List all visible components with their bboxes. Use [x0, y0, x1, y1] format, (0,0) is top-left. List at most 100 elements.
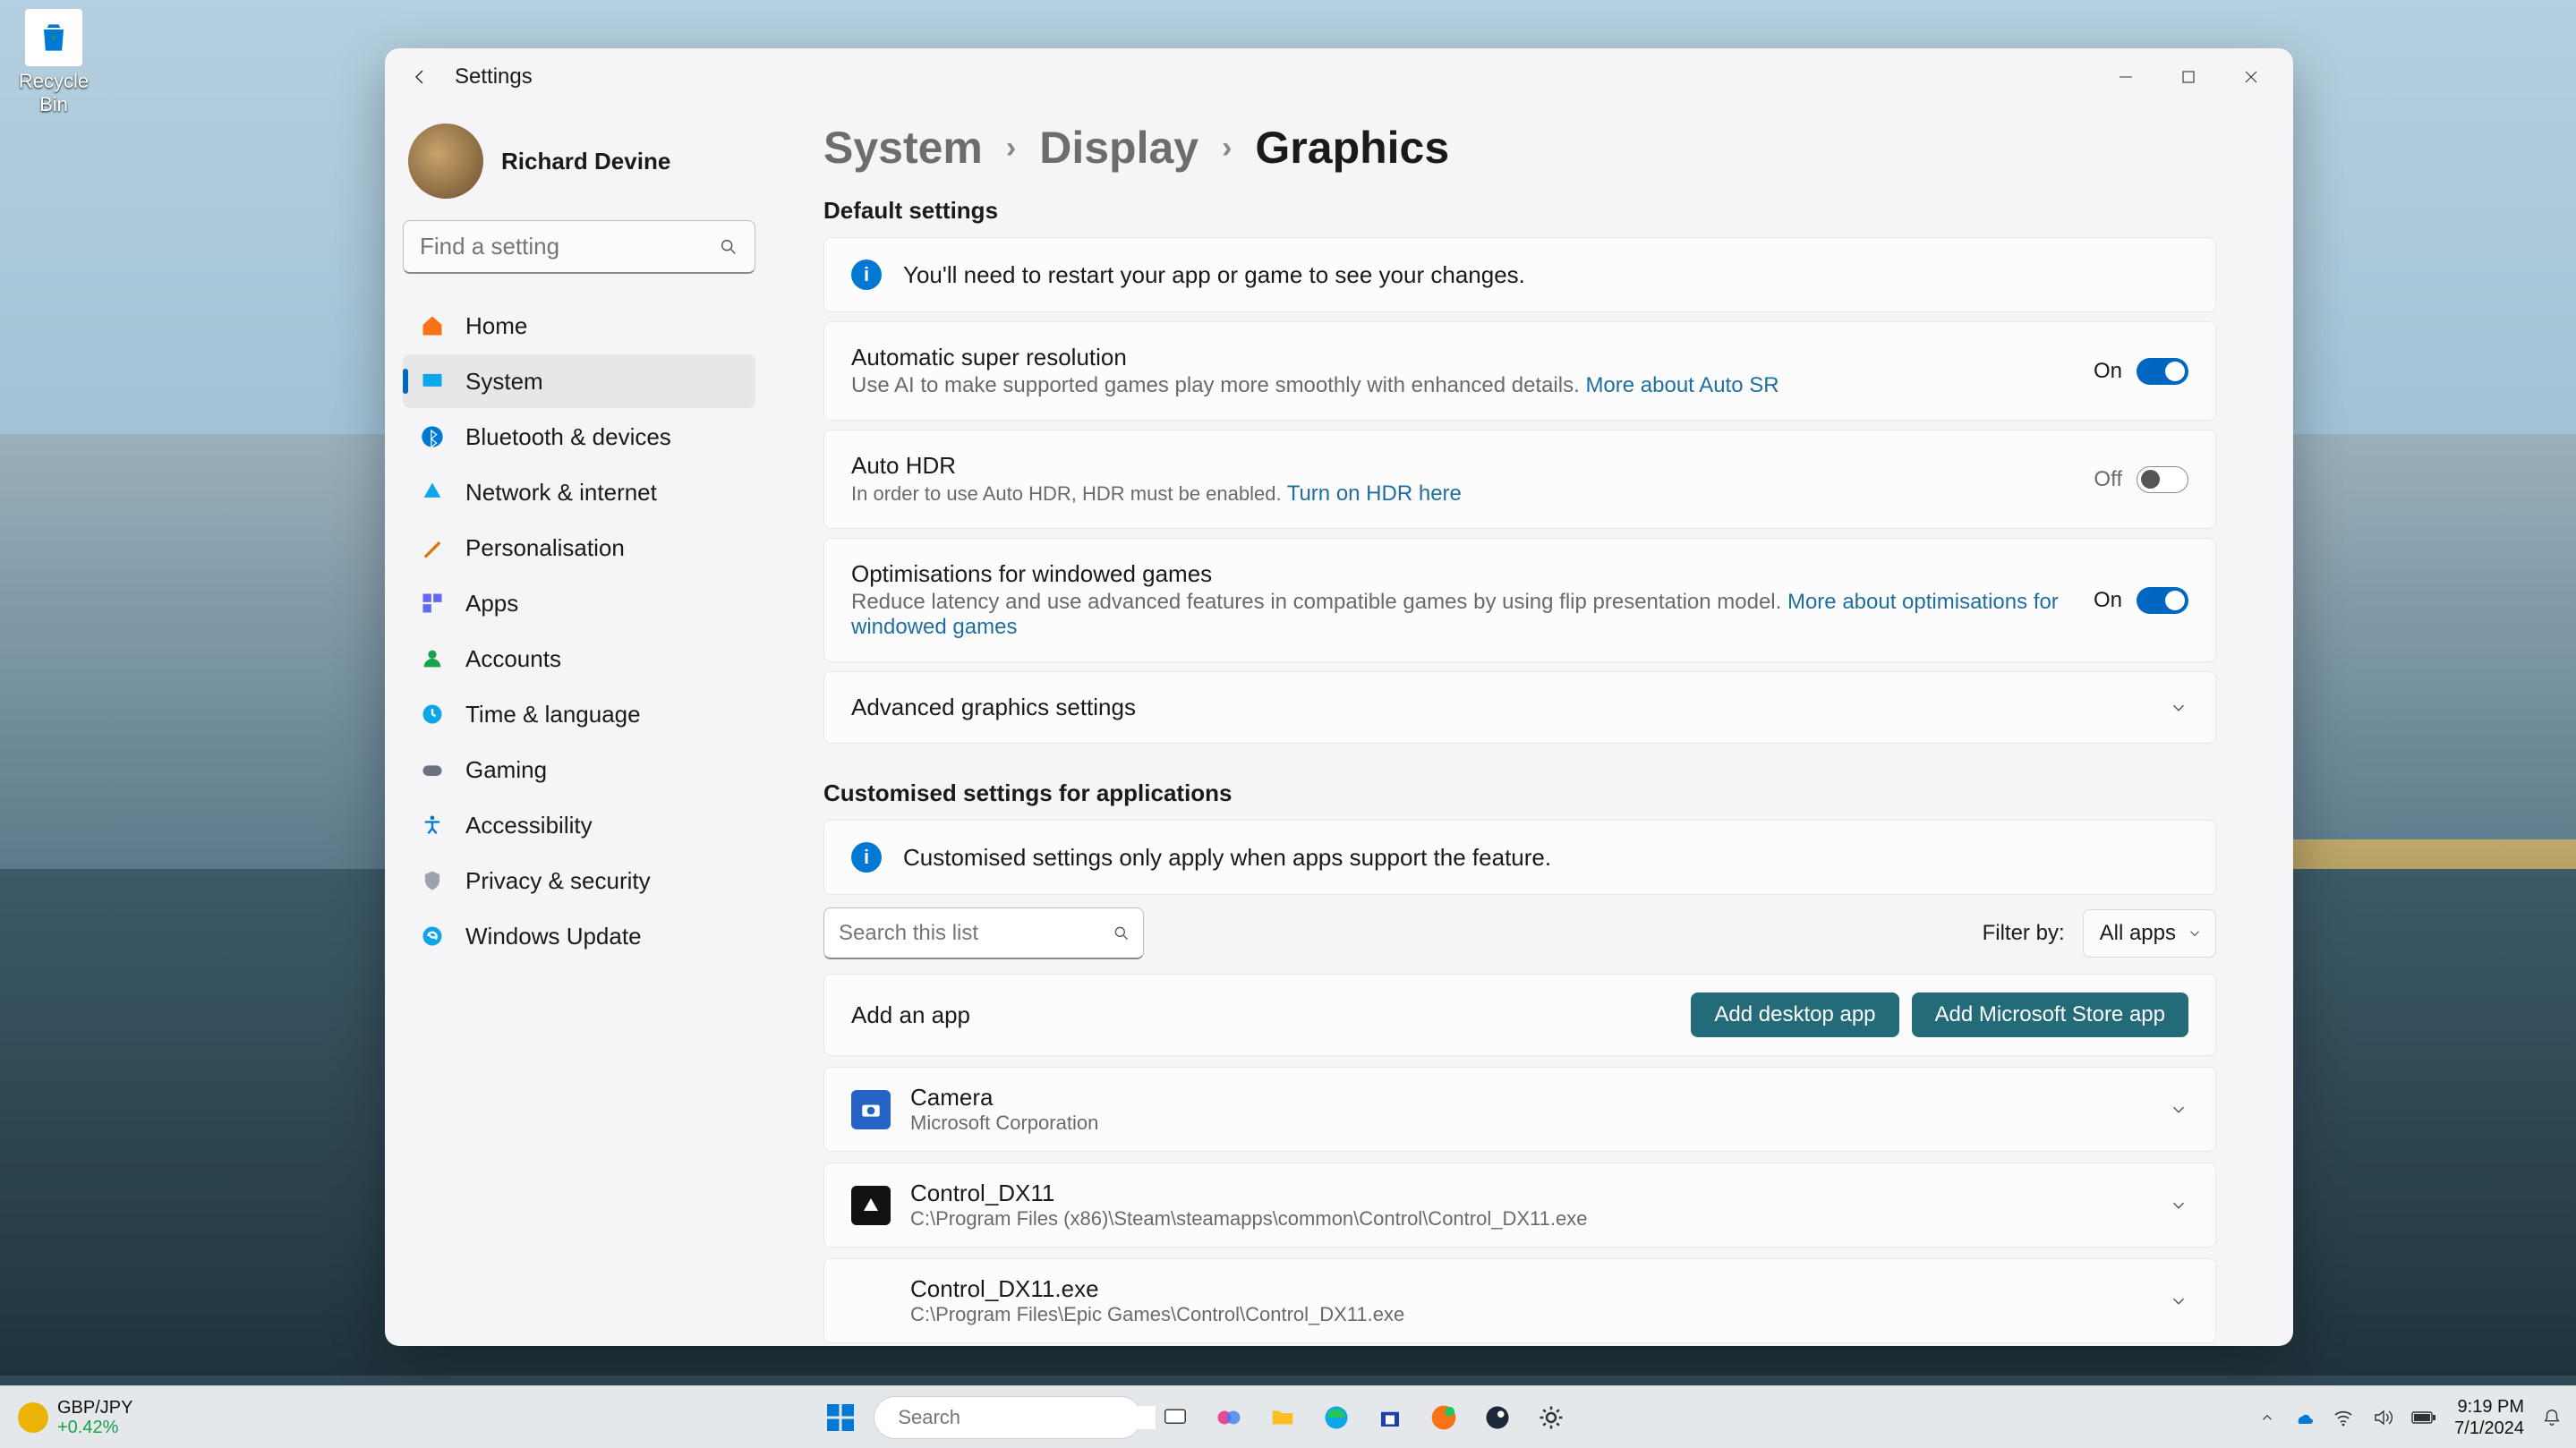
settings-taskbar-icon[interactable]: [1531, 1397, 1572, 1438]
onedrive-icon[interactable]: [2293, 1407, 2315, 1428]
profile-name: Richard Devine: [501, 148, 670, 175]
time-icon: [419, 701, 446, 728]
sidebar-nav: Home System Bluetooth & devices Network & i…: [403, 299, 755, 963]
auto-hdr-desc: In order to use Auto HDR, HDR must be en…: [851, 481, 2072, 507]
sidebar-item-gaming[interactable]: Gaming: [403, 743, 755, 796]
app-icon: [851, 1282, 891, 1321]
advanced-graphics-card[interactable]: Advanced graphics settings: [823, 671, 2216, 744]
app-publisher: C:\Program Files\Epic Games\Control\Cont…: [910, 1303, 1404, 1326]
sidebar-item-network-internet[interactable]: Network & internet: [403, 465, 755, 519]
home-icon: [419, 312, 446, 339]
sidebar-item-home[interactable]: Home: [403, 299, 755, 353]
sidebar-item-bluetooth-devices[interactable]: Bluetooth & devices: [403, 410, 755, 464]
tray-chevron-up-icon[interactable]: [2259, 1410, 2275, 1426]
customised-info-card: i Customised settings only apply when ap…: [823, 820, 2216, 895]
chevron-down-icon: [2169, 1291, 2188, 1311]
taskbar-clock[interactable]: 9:19 PM 7/1/2024: [2454, 1396, 2524, 1439]
app-publisher: Microsoft Corporation: [910, 1112, 1098, 1135]
optimisations-title: Optimisations for windowed games: [851, 560, 2072, 588]
sidebar-item-apps[interactable]: Apps: [403, 576, 755, 630]
personalisation-icon: [419, 534, 446, 561]
recycle-bin-icon: [25, 9, 82, 66]
app-name: Control_DX11.exe: [910, 1275, 1404, 1303]
search-icon: [1113, 924, 1130, 942]
volume-icon[interactable]: [2372, 1407, 2393, 1428]
notifications-icon[interactable]: [2542, 1408, 2562, 1427]
auto-sr-link[interactable]: More about Auto SR: [1585, 373, 1778, 397]
edge-icon[interactable]: [1316, 1397, 1357, 1438]
chevron-down-icon: [2169, 1196, 2188, 1215]
apps-icon: [419, 590, 446, 617]
clock-time: 9:19 PM: [2454, 1396, 2524, 1418]
sidebar-item-time-language[interactable]: Time & language: [403, 687, 755, 741]
auto-sr-state: On: [2094, 359, 2122, 384]
profile[interactable]: Richard Devine: [403, 118, 755, 220]
breadcrumb-system[interactable]: System: [823, 122, 983, 174]
auto-sr-title: Automatic super resolution: [851, 344, 2072, 371]
recycle-bin-label: Recycle Bin: [9, 70, 98, 116]
main-panel: System › Display › Graphics Default sett…: [770, 106, 2293, 1346]
copilot-icon[interactable]: [1208, 1397, 1250, 1438]
sidebar-item-label: Personalisation: [465, 534, 625, 562]
battery-icon[interactable]: [2411, 1410, 2436, 1426]
app-row[interactable]: Camera Microsoft Corporation: [823, 1067, 2216, 1152]
settings-search-input[interactable]: [420, 233, 710, 260]
sidebar-item-accounts[interactable]: Accounts: [403, 632, 755, 686]
close-button[interactable]: [2220, 52, 2282, 102]
add-desktop-app-button[interactable]: Add desktop app: [1691, 992, 1898, 1037]
maximize-button[interactable]: [2157, 52, 2220, 102]
taskbar-search-input[interactable]: [898, 1406, 1156, 1429]
widget-line1: GBP/JPY: [57, 1398, 132, 1418]
sidebar-item-label: Accounts: [465, 645, 561, 673]
start-button[interactable]: [820, 1397, 861, 1438]
back-button[interactable]: [406, 63, 435, 91]
window-title: Settings: [455, 64, 533, 89]
auto-hdr-toggle[interactable]: [2137, 466, 2188, 493]
sidebar-item-accessibility[interactable]: Accessibility: [403, 798, 755, 852]
optimisations-toggle[interactable]: [2137, 587, 2188, 614]
sidebar-item-label: Bluetooth & devices: [465, 423, 671, 451]
auto-hdr-state: Off: [2094, 467, 2122, 492]
sidebar-item-privacy-security[interactable]: Privacy & security: [403, 854, 755, 907]
settings-window: Settings Richard Devine Home System Blueto…: [385, 48, 2293, 1346]
settings-search[interactable]: [403, 220, 755, 274]
optimisations-state: On: [2094, 588, 2122, 613]
filter-value: All apps: [2100, 921, 2176, 946]
gaming-icon: [419, 756, 446, 783]
auto-sr-toggle[interactable]: [2137, 358, 2188, 385]
pinned-app-icon[interactable]: [1423, 1397, 1464, 1438]
auto-hdr-link[interactable]: Turn on HDR here: [1287, 481, 1462, 506]
filter-dropdown[interactable]: All apps: [2083, 909, 2216, 958]
breadcrumb-display[interactable]: Display: [1039, 122, 1198, 174]
file-explorer-icon[interactable]: [1262, 1397, 1303, 1438]
app-row[interactable]: Control_DX11 C:\Program Files (x86)\Stea…: [823, 1163, 2216, 1248]
desktop-recycle-bin[interactable]: Recycle Bin: [9, 9, 98, 116]
filter-bar: Filter by: All apps: [823, 907, 2216, 959]
taskbar-search[interactable]: [874, 1396, 1142, 1439]
app-icon: [851, 1090, 891, 1129]
app-list-search[interactable]: [823, 907, 1144, 959]
sidebar-item-label: System: [465, 368, 543, 396]
app-name: Control_DX11: [910, 1180, 1587, 1207]
app-list-search-input[interactable]: [839, 921, 1104, 946]
chevron-down-icon: [2169, 1100, 2188, 1120]
sidebar-item-personalisation[interactable]: Personalisation: [403, 521, 755, 575]
chevron-right-icon: ›: [1222, 131, 1232, 166]
app-row[interactable]: Control_DX11.exe C:\Program Files\Epic G…: [823, 1258, 2216, 1343]
auto-sr-card: Automatic super resolution Use AI to mak…: [823, 321, 2216, 421]
add-store-app-button[interactable]: Add Microsoft Store app: [1912, 992, 2188, 1037]
steam-icon[interactable]: [1477, 1397, 1518, 1438]
sidebar-item-system[interactable]: System: [403, 354, 755, 408]
auto-hdr-card: Auto HDR In order to use Auto HDR, HDR m…: [823, 430, 2216, 529]
wifi-icon[interactable]: [2333, 1407, 2354, 1428]
breadcrumb: System › Display › Graphics: [823, 122, 2216, 174]
task-view-icon[interactable]: [1155, 1397, 1196, 1438]
avatar: [408, 124, 483, 199]
taskbar-widgets[interactable]: GBP/JPY +0.42%: [0, 1398, 132, 1437]
app-name: Camera: [910, 1084, 1098, 1112]
minimize-button[interactable]: [2094, 52, 2157, 102]
store-icon[interactable]: [1369, 1397, 1411, 1438]
update-icon: [419, 923, 446, 950]
clock-date: 7/1/2024: [2454, 1418, 2524, 1439]
sidebar-item-windows-update[interactable]: Windows Update: [403, 909, 755, 963]
